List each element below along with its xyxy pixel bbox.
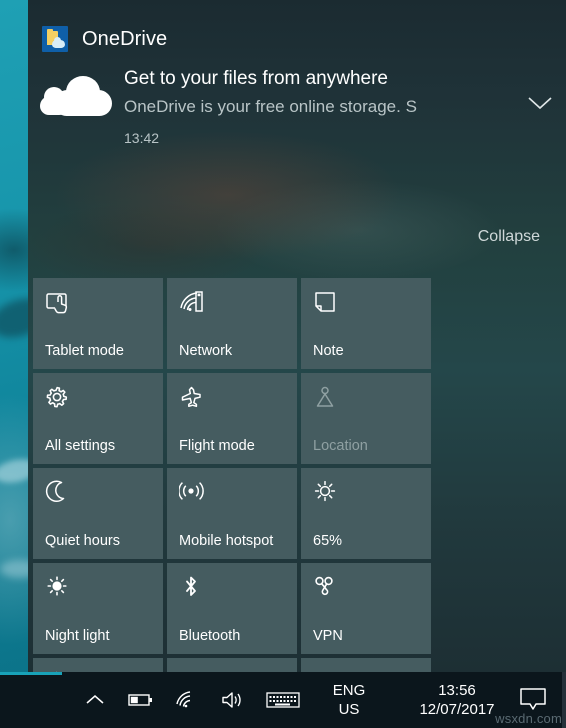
quick-action-label: VPN [313,628,343,644]
quick-action-tile-battery-saver[interactable]: Battery saver [33,658,163,672]
quick-action-label: Tablet mode [45,343,124,359]
quick-action-label: Location [313,438,368,454]
quick-action-label: 65% [313,533,343,549]
battery-icon[interactable] [118,672,164,728]
tablet-mode-icon [45,290,163,324]
moon-icon [45,480,163,514]
clock-date: 12/07/2017 [419,701,495,718]
quick-action-label: Network [179,343,233,359]
notification-text-block: Get to your files from anywhere OneDrive… [124,66,514,146]
night-light-icon [45,575,163,609]
notification-timestamp: 13:42 [124,130,160,146]
quick-action-label: Quiet hours [45,533,120,549]
notification-item[interactable]: Get to your files from anywhere OneDrive… [28,56,566,174]
quick-action-tile-brightness[interactable]: 65% [301,468,431,559]
quick-action-tile-all-settings[interactable]: All settings [33,373,163,464]
action-center-icon[interactable] [508,672,558,728]
quick-action-tile-connect[interactable]: Connect [301,658,431,672]
quick-action-label: Note [313,343,344,359]
clock[interactable]: 13:56 12/07/2017 [396,672,518,728]
quick-actions-grid: Tablet mode Network Note All settings Fl… [28,278,566,672]
quick-action-tile-project[interactable]: Project [167,658,297,672]
taskbar-edge [562,672,566,728]
quick-action-tile-flight-mode[interactable]: Flight mode [167,373,297,464]
quick-action-label: All settings [45,438,116,454]
notification-app-name: OneDrive [82,27,168,50]
notification-description: OneDrive is your free online storage. S [124,97,417,116]
language-line-1: ENG [332,682,366,699]
vpn-icon [313,575,431,609]
quick-action-tile-tablet-mode[interactable]: Tablet mode [33,278,163,369]
chevron-down-icon[interactable] [514,66,566,112]
quick-action-tile-bluetooth[interactable]: Bluetooth [167,563,297,654]
wifi-icon[interactable] [164,672,210,728]
onedrive-icon [42,26,68,52]
quick-action-tile-vpn[interactable]: VPN [301,563,431,654]
language-indicator[interactable]: ENG US [320,672,378,728]
hotspot-icon [178,480,297,514]
bluetooth-icon [179,575,297,609]
show-hidden-icons-icon[interactable] [72,672,118,728]
location-icon [313,385,431,419]
notification-group: OneDrive Get to your files from anywhere… [28,0,566,246]
system-tray: ENG US 13:56 12/07/2017 [72,672,518,728]
note-icon [313,290,431,324]
cloud-icon [28,66,124,116]
quick-action-tile-mobile-hotspot[interactable]: Mobile hotspot [167,468,297,559]
quick-action-label: Flight mode [179,438,255,454]
airplane-icon [179,385,297,419]
action-center-panel: OneDrive Get to your files from anywhere… [28,0,566,672]
language-line-2: US [338,701,360,718]
keyboard-icon[interactable] [256,672,310,728]
brightness-icon [313,480,431,514]
quick-action-tile-note[interactable]: Note [301,278,431,369]
collapse-row: Collapse [28,174,566,246]
quick-action-tile-location[interactable]: Location [301,373,431,464]
notification-header: OneDrive [28,0,566,56]
volume-icon[interactable] [210,672,256,728]
quick-action-label: Mobile hotspot [179,533,274,549]
notification-title: Get to your files from anywhere [124,68,388,89]
taskbar: ENG US 13:56 12/07/2017 wsxdn.com [0,672,566,728]
clock-time: 13:56 [438,682,476,699]
quick-action-label: Night light [45,628,110,644]
quick-action-label: Bluetooth [179,628,241,644]
quick-action-tile-quiet-hours[interactable]: Quiet hours [33,468,163,559]
quick-action-tile-network[interactable]: Network [167,278,297,369]
gear-icon [45,385,163,419]
quick-action-tile-night-light[interactable]: Night light [33,563,163,654]
taskbar-accent-bar [0,672,62,675]
collapse-button[interactable]: Collapse [478,228,540,246]
network-icon [179,290,297,324]
